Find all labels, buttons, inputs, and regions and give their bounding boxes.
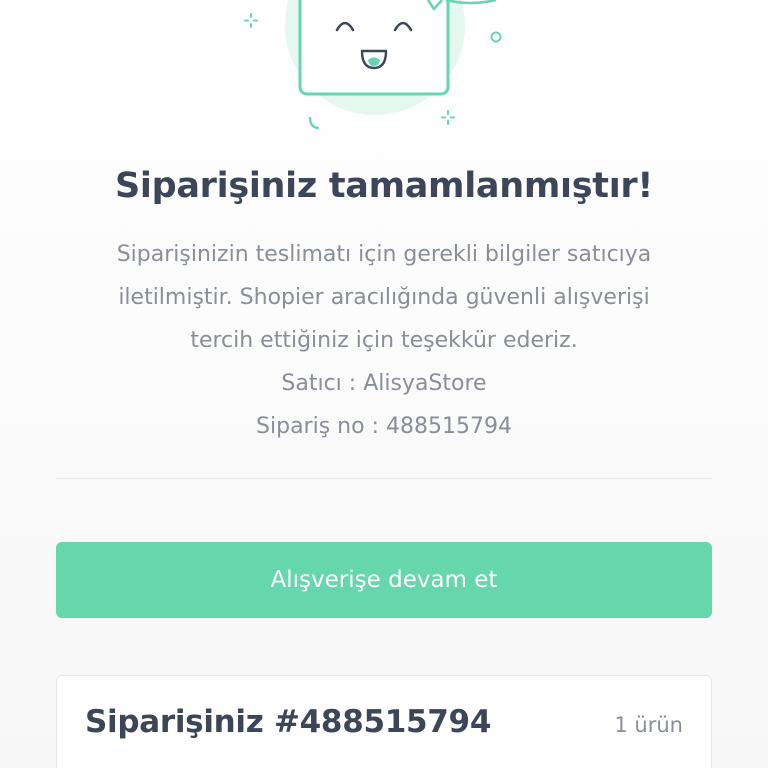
seller-info: Satıcı : AlisyaStore xyxy=(281,371,487,396)
order-summary-title: Siparişiniz #488515794 xyxy=(85,704,492,740)
message-line: Siparişinizin teslimatı için gerekli bil… xyxy=(116,242,652,267)
order-item-count: 1 ürün xyxy=(614,713,683,737)
confirmation-message: Siparişinizin teslimatı için gerekli bil… xyxy=(40,233,728,448)
continue-shopping-button[interactable]: Alışverişe devam et xyxy=(56,542,712,618)
confetti-dot xyxy=(490,31,502,43)
order-confirmation-page: Siparişiniz tamamlanmıştır! Siparişinizi… xyxy=(0,0,768,768)
sparkle-left xyxy=(244,13,258,28)
happy-box-illustration xyxy=(244,0,502,130)
page-title: Siparişiniz tamamlanmıştır! xyxy=(114,166,654,206)
order-summary-card: Siparişiniz #488515794 1 ürün xyxy=(56,675,712,768)
message-line: iletilmiştir. Shopier aracılığında güven… xyxy=(118,285,650,310)
illustration-bubble-edge xyxy=(445,0,497,5)
illustration-box xyxy=(298,0,450,96)
order-number: Sipariş no : 488515794 xyxy=(256,414,512,439)
message-line: tercih ettiğiniz için teşekkür ederiz. xyxy=(190,328,578,353)
confetti-arc xyxy=(308,116,320,130)
sparkle-right xyxy=(441,110,455,125)
section-divider xyxy=(56,478,712,479)
